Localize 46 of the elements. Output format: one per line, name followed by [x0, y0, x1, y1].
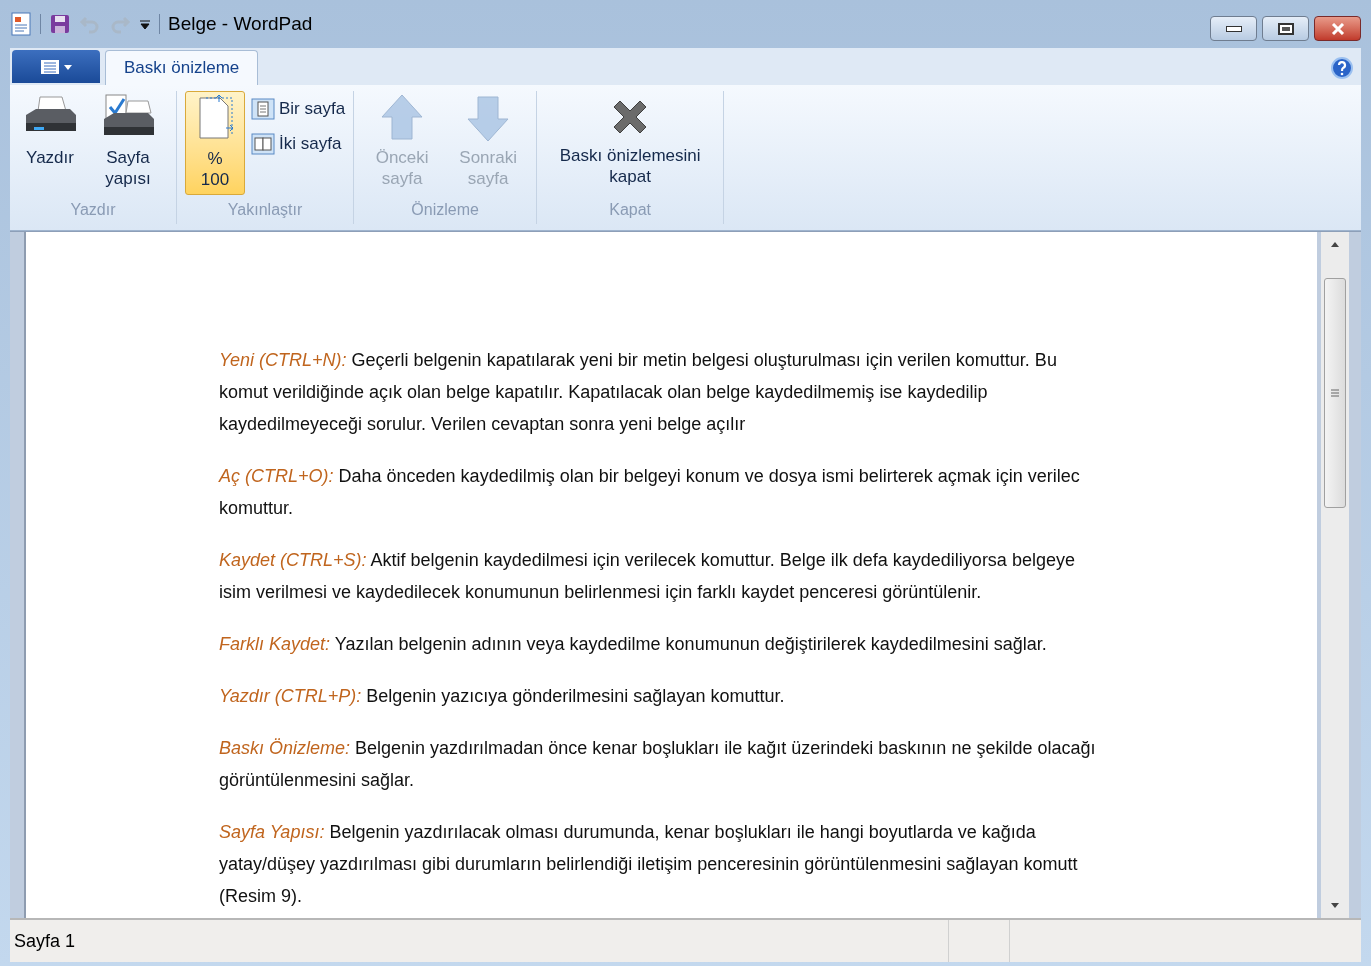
document-text: isim verilmesi ve kaydedilecek konumunun belirlenmesi için farklı kaydet penceresi görüntülenir. [219, 581, 982, 604]
group-label: Yakınlaştır [227, 200, 303, 220]
ribbon-button[interactable]: İki sayfa [251, 128, 346, 160]
document-text: Yazdır (CTRL+P): Belgenin yazıcıya gönderilmesini sağlayan komuttur. [219, 685, 785, 708]
help-icon[interactable] [1331, 57, 1353, 79]
document-text: Farklı Kaydet: Yazılan belgenin adının veya kaydedilme konumunun değiştirilerek kaydedilmesini sağlar. [219, 633, 1047, 656]
ribbon-button[interactable]: % 100 [185, 91, 245, 195]
ribbon-button[interactable]: Sayfa yapısı [88, 91, 168, 193]
document-text: (Resim 9). [219, 885, 302, 908]
ribbon-tab[interactable]: Baskı önizleme [105, 50, 259, 85]
document-text: Yeni (CTRL+N): Geçerli belgenin kapatılarak yeni bir metin belgesi oluşturulması için verilen komuttur. Bu [219, 349, 1057, 372]
document-text: Kaydet (CTRL+S): Aktif belgenin kaydedilmesi için verilecek komuttur. Belge ilk defa kaydediliyorsa belgeye [219, 549, 1075, 572]
ribbon-button[interactable]: Bir sayfa [251, 93, 346, 125]
document-text: kaydedilmeyeceği sorulur. Verilen cevaptan sonra yeni belge açılır [219, 413, 746, 436]
document-text: Baskı Önizleme: Belgenin yazdırılmadan önce kenar boşlukları ile kağıt üzerindeki baskının ne şekilde olacağı [219, 737, 1096, 760]
dropdown-icon[interactable] [139, 18, 151, 30]
maximize-button[interactable] [1262, 16, 1309, 41]
document-text: görüntülenmesini sağlar. [219, 769, 415, 792]
document-text: Sayfa Yapısı: Belgenin yazdırılacak olması durumunda, kenar boşlukları ile hangi boyutlarda ve kağıda [219, 821, 1036, 844]
ribbon-button[interactable]: Yazdır [18, 91, 82, 172]
restore-icon [1277, 22, 1294, 35]
group-label: Yazdır [70, 200, 116, 220]
scroll-up-icon[interactable] [1330, 240, 1340, 248]
close-icon [1329, 22, 1346, 35]
app-icon[interactable] [10, 12, 32, 36]
document-text: komuttur. [219, 497, 294, 520]
scroll-down-icon[interactable] [1330, 902, 1340, 910]
minimize-icon [1225, 25, 1242, 32]
document-text: komut verildiğinde açık olan belge kapatılır. Kapatılacak olan belge kaydedilmemiş ise kaydedilip [219, 381, 988, 404]
minimize-button[interactable] [1210, 16, 1257, 41]
document-text: Aç (CTRL+O): Daha önceden kaydedilmiş olan bir belgeyi konum ve dosya ismi belirterek açmak için verilec [219, 465, 1080, 488]
close-button[interactable] [1314, 16, 1361, 41]
application-menu-button[interactable] [12, 50, 100, 83]
document-text: yatay/düşey yazdırılması gibi durumların belirlendiği iletişim penceresinin görüntülenmesini sağlayan komutt [219, 853, 1078, 876]
menu-icon [39, 58, 73, 75]
single-page-icon [251, 98, 275, 120]
status-text: Sayfa 1 [13, 929, 77, 953]
scrollbar-thumb[interactable] [1324, 278, 1346, 508]
window-title: Belge - WordPad [168, 11, 313, 36]
ribbon-button[interactable]: Baskı önizlemesini kapat [545, 91, 716, 191]
save-icon[interactable] [49, 13, 71, 35]
two-pages-icon [251, 133, 275, 155]
vertical-scrollbar[interactable] [1321, 232, 1349, 918]
group-label: Önizleme [411, 200, 479, 220]
group-label: Kapat [609, 200, 652, 220]
grip-icon [1331, 389, 1339, 397]
